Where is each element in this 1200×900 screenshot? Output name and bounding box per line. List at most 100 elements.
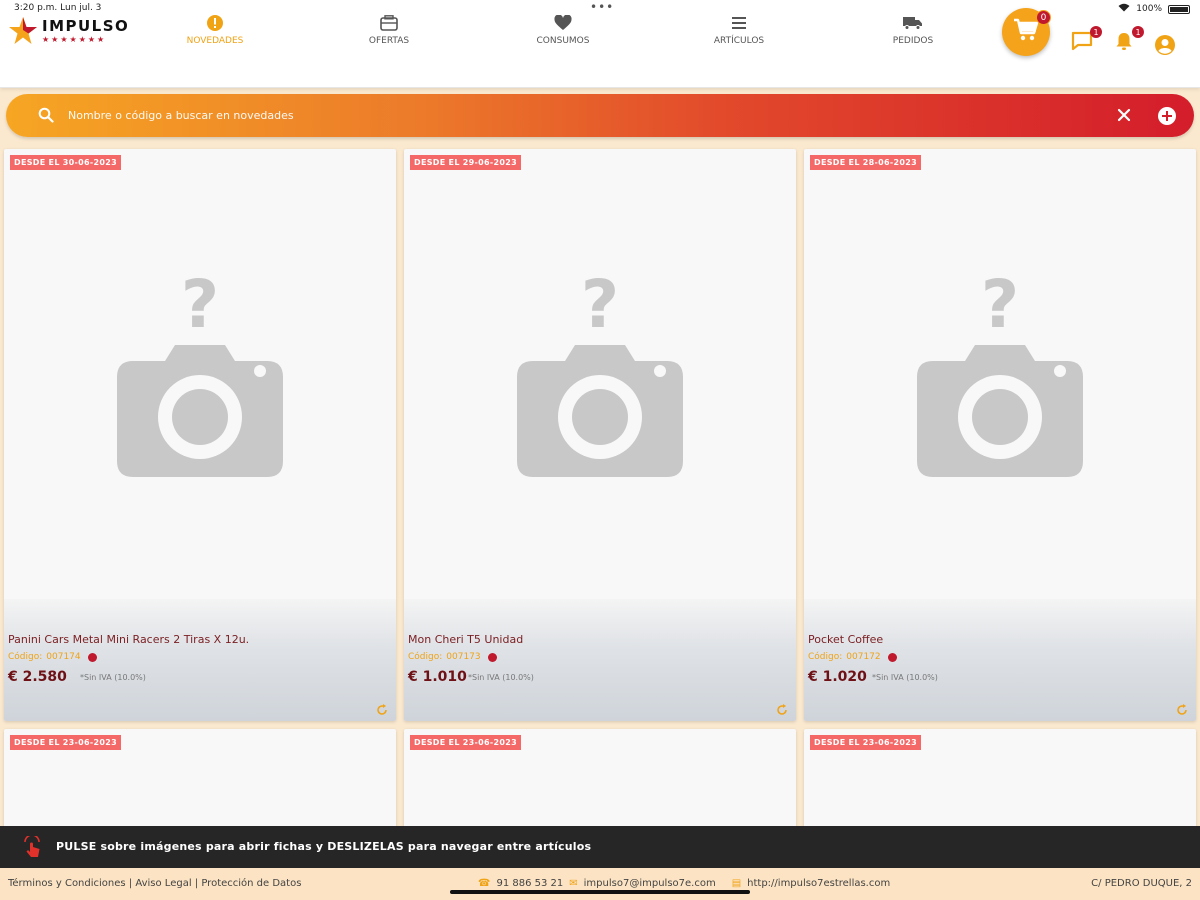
star-logo-icon [8, 16, 38, 46]
tax-note: *Sin IVA (10.0%) [872, 673, 938, 682]
cart-count-badge: 0 [1036, 10, 1051, 25]
messages-button[interactable]: 1 [1070, 26, 1102, 54]
date-badge: DESDE EL 29-06-2023 [410, 155, 521, 170]
refresh-icon[interactable] [776, 701, 788, 715]
user-avatar-icon [1154, 34, 1176, 60]
offer-box-icon [380, 14, 398, 32]
status-time: 3:20 p.m. Lun jul. 3 [14, 3, 102, 13]
date-badge: DESDE EL 23-06-2023 [10, 735, 121, 750]
product-name: Pocket Coffee [808, 633, 884, 646]
product-card[interactable]: ? DESDE EL 29-06-2023 Mon Cheri T5 Unida… [404, 149, 796, 721]
code-value: 007173 [446, 652, 481, 662]
code-label: Código: [8, 652, 43, 662]
brand-name: IMPULSO [42, 17, 130, 35]
exclamation-circle-icon [206, 14, 224, 32]
hint-text: PULSE sobre imágenes para abrir fichas y… [56, 840, 592, 853]
product-card[interactable]: ? DESDE EL 30-06-2023 Panini Cars Metal … [4, 149, 396, 721]
footer-phone[interactable]: 91 886 53 21 [496, 878, 563, 889]
no-image-camera-icon: ? [517, 269, 683, 477]
web-icon: ▤ [731, 878, 742, 889]
status-dot-icon [87, 652, 97, 662]
tab-label: NOVEDADES [186, 36, 244, 46]
footer-web[interactable]: http://impulso7estrellas.com [747, 878, 890, 889]
bell-icon [1114, 31, 1134, 55]
touch-hand-icon [20, 834, 44, 862]
date-badge: DESDE EL 23-06-2023 [410, 735, 521, 750]
battery-status: 100% [1118, 3, 1190, 15]
svg-text:?: ? [581, 269, 619, 343]
heart-icon [554, 14, 572, 32]
tab-label: PEDIDOS [892, 36, 934, 46]
product-price: € 1.010 [408, 669, 467, 685]
add-circle-icon[interactable] [1156, 105, 1178, 127]
product-info: Mon Cheri T5 Unidad Código: 007173 € 1.0… [404, 599, 796, 721]
status-dot-icon [887, 652, 897, 662]
product-code: Código: 007173 [408, 652, 497, 662]
code-label: Código: [408, 652, 443, 662]
product-card[interactable]: DESDE EL 23-06-2023 [4, 729, 396, 829]
product-name: Panini Cars Metal Mini Racers 2 Tiras X … [8, 633, 250, 646]
tab-label: ARTÍCULOS [713, 36, 765, 46]
date-badge: DESDE EL 23-06-2023 [810, 735, 921, 750]
tab-pedidos[interactable]: PEDIDOS [853, 14, 973, 46]
footer-legal-links[interactable]: Términos y Condiciones | Aviso Legal | P… [8, 878, 301, 889]
clear-search-icon[interactable] [1114, 105, 1134, 125]
cart-button[interactable]: 0 [1002, 8, 1051, 56]
product-price: € 2.580 [8, 669, 67, 685]
status-dot-icon [487, 652, 497, 662]
tab-articulos[interactable]: ARTÍCULOS [679, 14, 799, 46]
tab-label: OFERTAS [368, 36, 410, 46]
code-label: Código: [808, 652, 843, 662]
product-code: Código: 007174 [8, 652, 97, 662]
date-badge: DESDE EL 30-06-2023 [10, 155, 121, 170]
footer-email[interactable]: impulso7@impulso7e.com [584, 878, 716, 889]
product-name: Mon Cheri T5 Unidad [408, 633, 524, 646]
wifi-icon [1118, 3, 1130, 15]
tab-label: CONSUMOS [536, 36, 590, 46]
product-info: Panini Cars Metal Mini Racers 2 Tiras X … [4, 599, 396, 721]
no-image-camera-icon: ? [117, 269, 283, 477]
brand-logo[interactable]: IMPULSO ★★★★★★★ [8, 16, 129, 46]
cart-icon [1013, 18, 1039, 46]
tab-novedades[interactable]: NOVEDADES [155, 14, 275, 46]
tax-note: *Sin IVA (10.0%) [80, 673, 146, 682]
footer-address: C/ PEDRO DUQUE, 2 [1091, 878, 1192, 889]
multitask-dots-icon[interactable]: ••• [590, 0, 614, 14]
code-value: 007172 [846, 652, 881, 662]
no-image-camera-icon: ? [917, 269, 1083, 477]
brand-stars: ★★★★★★★ [42, 35, 107, 44]
hint-bar: PULSE sobre imágenes para abrir fichas y… [0, 826, 1200, 868]
footer-contact: ☎ 91 886 53 21 ✉ impulso7@impulso7e.com … [478, 878, 890, 889]
product-price: € 1.020 [808, 669, 867, 685]
battery-icon [1168, 4, 1190, 14]
product-card[interactable]: DESDE EL 23-06-2023 [804, 729, 1196, 829]
product-card[interactable]: ? DESDE EL 28-06-2023 Pocket Coffee Códi… [804, 149, 1196, 721]
product-code: Código: 007172 [808, 652, 897, 662]
tab-ofertas[interactable]: OFERTAS [329, 14, 449, 46]
search-icon [38, 107, 54, 127]
email-icon: ✉ [569, 878, 578, 889]
tax-note: *Sin IVA (10.0%) [468, 673, 534, 682]
date-badge: DESDE EL 28-06-2023 [810, 155, 921, 170]
product-image[interactable]: ? [404, 149, 796, 599]
truck-icon [903, 14, 923, 32]
battery-percent: 100% [1136, 4, 1162, 14]
product-info: Pocket Coffee Código: 007172 € 1.020 *Si… [804, 599, 1196, 721]
refresh-icon[interactable] [1176, 701, 1188, 715]
alerts-button[interactable]: 1 [1112, 26, 1144, 55]
refresh-icon[interactable] [376, 701, 388, 715]
messages-badge: 1 [1090, 26, 1102, 38]
product-image[interactable]: ? [4, 149, 396, 599]
svg-text:?: ? [181, 269, 219, 343]
tab-consumos[interactable]: CONSUMOS [503, 14, 623, 46]
footer: Términos y Condiciones | Aviso Legal | P… [0, 868, 1200, 900]
app-header: 3:20 p.m. Lun jul. 3 ••• 100% IMPULSO ★★… [0, 0, 1200, 88]
search-input[interactable] [66, 104, 966, 126]
home-indicator[interactable] [450, 890, 750, 894]
product-card[interactable]: DESDE EL 23-06-2023 [404, 729, 796, 829]
profile-button[interactable] [1153, 34, 1177, 60]
phone-icon: ☎ [478, 878, 491, 889]
search-bar [6, 94, 1194, 137]
alerts-badge: 1 [1132, 26, 1144, 38]
product-image[interactable]: ? [804, 149, 1196, 599]
